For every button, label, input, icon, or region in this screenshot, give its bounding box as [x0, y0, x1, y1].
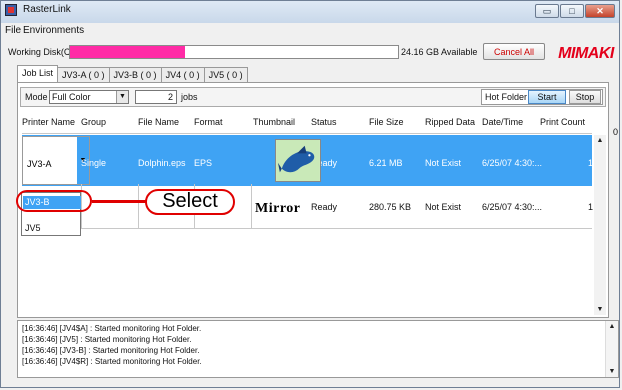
close-button[interactable]: ✕: [585, 4, 615, 18]
cell-file-name: Dolphin.eps: [138, 158, 186, 168]
log-line: [16:36:46] [JV4$A] : Started monitoring …: [22, 324, 202, 333]
jobs-count: 2: [135, 90, 177, 104]
tab-strip: Job List JV3-A ( 0 ) JV3-B ( 0 ) JV4 ( 0…: [17, 65, 248, 82]
printer-value: JV3-A: [27, 159, 52, 169]
mode-select[interactable]: Full Color ▼: [49, 90, 129, 104]
header-format[interactable]: Format: [194, 117, 223, 127]
callout-highlight: [16, 190, 92, 212]
cell-print-count: 1: [588, 202, 594, 212]
scroll-up-icon[interactable]: ▲: [594, 135, 606, 146]
tab-jv3-a[interactable]: JV3-A ( 0 ): [57, 67, 110, 82]
dolphin-thumbnail: [275, 139, 321, 182]
header-divider: [22, 133, 592, 134]
log-panel: [16:36:46] [JV4$A] : Started monitoring …: [17, 320, 619, 378]
disk-usage-bar: 35%: [69, 45, 399, 59]
hot-folder-group: Hot Folder Start Stop: [481, 89, 603, 105]
job-toolbar: Mode Full Color ▼ 2 jobs Hot Folder Star…: [20, 87, 606, 107]
header-thumbnail[interactable]: Thumbnail: [253, 117, 295, 127]
menu-bar: File Environments: [1, 23, 619, 39]
mode-label: Mode: [25, 92, 48, 102]
scroll-down-icon[interactable]: ▼: [606, 366, 618, 377]
tab-job-list[interactable]: Job List: [17, 65, 59, 82]
cell-group: Single: [81, 158, 107, 168]
dropdown-option-jv5[interactable]: JV5: [23, 222, 81, 235]
row-divider: [22, 228, 592, 229]
main-window: RasterLink ▭ □ ✕ File Environments Worki…: [0, 0, 620, 388]
disk-status-row: Working Disk(C:) 35% 24.16 GB Available …: [5, 42, 617, 62]
start-button[interactable]: Start: [528, 90, 566, 104]
header-file-name[interactable]: File Name: [138, 117, 179, 127]
header-ripped-data[interactable]: Ripped Data: [425, 117, 475, 127]
cell-format: EPS: [194, 158, 213, 168]
maximize-button[interactable]: □: [560, 4, 584, 18]
title-bar: RasterLink ▭ □ ✕: [1, 1, 619, 23]
tab-jv5[interactable]: JV5 ( 0 ): [203, 67, 248, 82]
cell-ripped-data: Not Exist: [425, 202, 462, 212]
cell-ripped-data: Not Exist: [425, 158, 462, 168]
log-line: [16:36:46] [JV4$R] : Started monitoring …: [22, 357, 202, 366]
minimize-button[interactable]: ▭: [535, 4, 559, 18]
hot-folder-label: Hot Folder: [485, 92, 528, 102]
cell-print-count: 1: [588, 158, 594, 168]
table-scrollbar[interactable]: ▲ ▼: [594, 135, 606, 315]
chevron-down-icon[interactable]: ▼: [116, 91, 128, 103]
tab-jv3-b[interactable]: JV3-B ( 0 ): [108, 67, 162, 82]
svg-text:MIMAKI: MIMAKI: [558, 45, 615, 62]
mode-value: Full Color: [52, 92, 91, 102]
cancel-all-button[interactable]: Cancel All: [483, 43, 545, 60]
dolphin-image: [276, 140, 320, 181]
stop-button[interactable]: Stop: [569, 90, 601, 104]
cell-file-size: 280.75 KB: [369, 202, 412, 212]
scroll-down-icon[interactable]: ▼: [594, 304, 606, 315]
mirror-thumbnail: Mirror: [255, 201, 301, 216]
header-file-size[interactable]: File Size: [369, 117, 404, 127]
jobs-label: jobs: [181, 92, 198, 102]
log-line: [16:36:46] [JV5] : Started monitoring Ho…: [22, 335, 192, 344]
row-divider: [251, 184, 252, 228]
row-divider: [138, 184, 139, 228]
header-status[interactable]: Status: [311, 117, 337, 127]
cell-status: Ready: [311, 202, 338, 212]
log-scrollbar[interactable]: ▲ ▼: [605, 321, 618, 377]
select-callout-label: Select: [145, 189, 235, 215]
callout-connector: [92, 200, 146, 203]
cell-date-time: 6/25/07 4:30:...: [482, 158, 543, 168]
menu-file[interactable]: File: [5, 25, 21, 36]
window-title: RasterLink: [23, 4, 71, 15]
side-text: 0: [613, 127, 619, 137]
mimaki-logo: MIMAKI: [558, 45, 615, 62]
printer-select[interactable]: JV3-A ▼: [22, 136, 90, 185]
scroll-up-icon[interactable]: ▲: [606, 321, 618, 332]
app-icon: [5, 4, 17, 16]
disk-available: 24.16 GB Available: [401, 47, 478, 57]
header-print-count[interactable]: Print Count: [540, 117, 585, 127]
header-group[interactable]: Group: [81, 117, 106, 127]
cell-date-time: 6/25/07 4:30:...: [482, 202, 543, 212]
job-list-panel: Mode Full Color ▼ 2 jobs Hot Folder Star…: [16, 82, 609, 318]
menu-environments[interactable]: Environments: [23, 25, 84, 36]
cell-file-size: 6.21 MB: [369, 158, 403, 168]
log-line: [16:36:46] [JV3-B] : Started monitoring …: [22, 346, 200, 355]
header-date-time[interactable]: Date/Time: [482, 117, 523, 127]
disk-usage-percent: 35%: [224, 47, 243, 57]
tab-jv4[interactable]: JV4 ( 0 ): [160, 67, 205, 82]
header-printer-name[interactable]: Printer Name: [22, 117, 75, 127]
disk-label: Working Disk(C:): [8, 47, 76, 57]
